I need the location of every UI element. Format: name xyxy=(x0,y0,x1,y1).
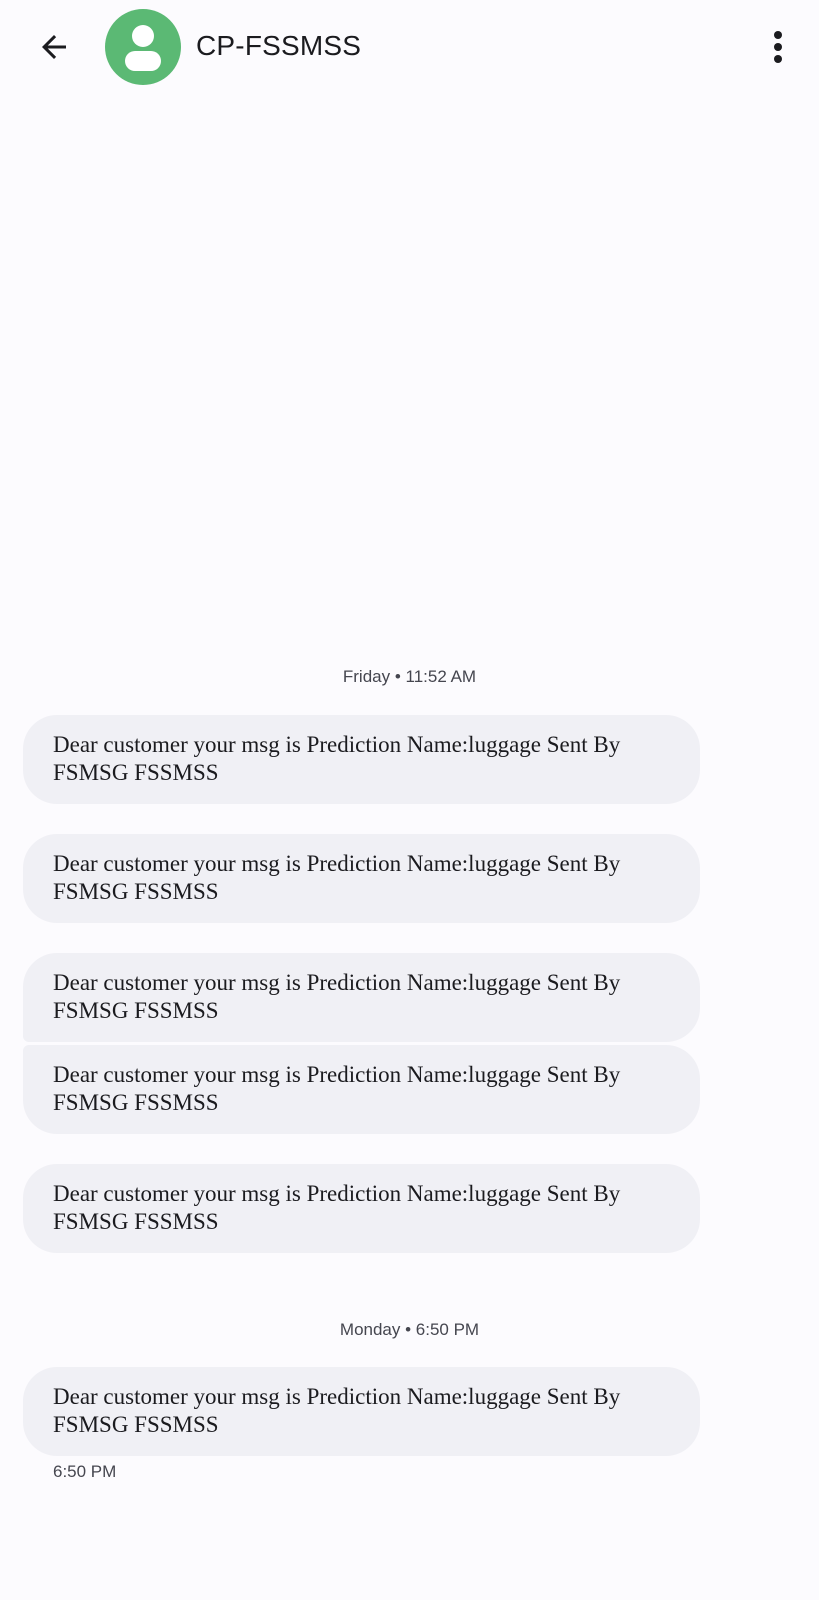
message-bubble[interactable]: Dear customer your msg is Prediction Nam… xyxy=(23,1367,700,1456)
date-separator: Friday • 11:52 AM xyxy=(342,667,477,686)
message-bubble[interactable]: Dear customer your msg is Prediction Nam… xyxy=(23,953,700,1042)
conversation-header: CP-FSSMSS xyxy=(0,0,819,92)
back-button[interactable] xyxy=(26,22,82,72)
message-bubble[interactable]: Dear customer your msg is Prediction Nam… xyxy=(23,1045,700,1134)
arrow-left-icon xyxy=(42,35,66,59)
message-bubble[interactable]: Dear customer your msg is Prediction Nam… xyxy=(23,834,700,923)
more-vert-icon xyxy=(774,29,782,65)
date-separator: Monday • 6:50 PM xyxy=(339,1320,480,1339)
contact-name[interactable]: CP-FSSMSS xyxy=(196,28,361,64)
message-timestamp: 6:50 PM xyxy=(53,1462,117,1481)
more-options-button[interactable] xyxy=(755,24,801,70)
message-bubble[interactable]: Dear customer your msg is Prediction Nam… xyxy=(23,1164,700,1253)
contact-avatar[interactable] xyxy=(105,9,181,85)
message-bubble[interactable]: Dear customer your msg is Prediction Nam… xyxy=(23,715,700,804)
